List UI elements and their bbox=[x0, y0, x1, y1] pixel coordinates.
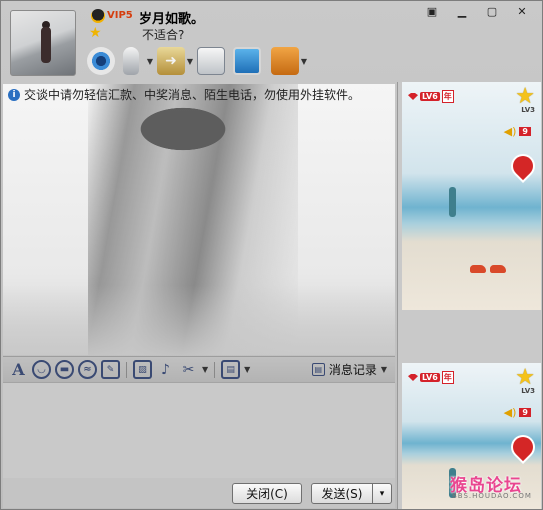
shoes-image bbox=[470, 265, 508, 275]
history-label: 消息记录 bbox=[328, 363, 377, 377]
send-options-button[interactable]: ▾ bbox=[372, 483, 392, 504]
minimize-button[interactable]: ▁ bbox=[448, 4, 476, 19]
minimize-icon: ▁ bbox=[457, 5, 467, 18]
history-icon: ▤ bbox=[311, 363, 325, 376]
star-icon: ★ bbox=[89, 25, 102, 41]
message-history-button[interactable]: ▤ 消息记录 ▼ bbox=[311, 361, 387, 378]
send-button[interactable]: 发送(S) bbox=[311, 483, 373, 504]
close-window-button[interactable]: ✕ bbox=[508, 4, 536, 19]
chevron-down-icon[interactable]: ▼ bbox=[185, 57, 195, 66]
chevron-down-icon[interactable]: ▼ bbox=[145, 57, 155, 66]
microphone-icon bbox=[123, 47, 139, 75]
video-call-button[interactable] bbox=[87, 45, 115, 77]
more-tools-button[interactable]: ▤ bbox=[221, 360, 241, 379]
heart-icon[interactable] bbox=[508, 151, 538, 181]
music-note-icon: ♪ bbox=[161, 361, 170, 378]
toolbox-icon: ▤ bbox=[226, 364, 235, 375]
message-area[interactable] bbox=[3, 84, 395, 355]
folder-send-icon bbox=[157, 47, 185, 75]
qq-penguin-icon bbox=[91, 9, 105, 23]
diamond-icon bbox=[408, 374, 418, 381]
app-box-icon bbox=[271, 47, 299, 75]
list-add-icon bbox=[197, 47, 225, 75]
screenshot-button[interactable]: ✂ bbox=[179, 360, 198, 379]
shake-button[interactable]: ≈ bbox=[78, 360, 97, 379]
contact-signature: 不适合? bbox=[142, 28, 185, 42]
send-image-button[interactable]: ▨ bbox=[133, 360, 152, 379]
notice-text: 交谈中请勿轻信汇款、中奖消息、陌生电话，勿使用外挂软件。 bbox=[24, 88, 361, 102]
send-file-button[interactable]: ▼ bbox=[157, 45, 195, 77]
watermark-url: BBS.HOUDAO.COM bbox=[452, 492, 532, 500]
volume-value: 9 bbox=[519, 127, 531, 136]
message-area-fade bbox=[3, 285, 395, 355]
message-input[interactable] bbox=[3, 383, 395, 478]
avatar-figure bbox=[41, 27, 51, 63]
chat-window: ▣ ▁ ▢ ✕ VIP5 岁月如歌。 ★ 不适合? ▼ ▼ ▼ bbox=[0, 0, 543, 510]
doodle-button[interactable]: ✎ bbox=[101, 360, 120, 379]
vip-badge[interactable]: VIP5 bbox=[107, 10, 133, 21]
star-icon[interactable]: ★ bbox=[515, 367, 535, 389]
chevron-down-icon[interactable]: ▼ bbox=[202, 365, 208, 374]
volume-indicator: ◀) 9 bbox=[504, 406, 531, 419]
star-icon[interactable]: ★ bbox=[515, 86, 535, 108]
chevron-down-icon: ▼ bbox=[380, 365, 387, 374]
level-badge: LV6 年 bbox=[408, 90, 454, 103]
contact-avatar[interactable] bbox=[10, 10, 76, 76]
monitor-icon bbox=[233, 47, 261, 75]
show-panel: LV6 年 ★ LV3 ◀) 9 LV6 年 ★ LV3 ◀) 9 bbox=[397, 82, 542, 509]
voice-call-button[interactable]: ▼ bbox=[117, 45, 155, 77]
menu-icon: ▣ bbox=[426, 5, 438, 18]
smiley-icon: ◡ bbox=[37, 364, 46, 375]
shake-icon: ≈ bbox=[83, 364, 92, 375]
emoji-button[interactable]: ◡ bbox=[32, 360, 51, 379]
info-icon: i bbox=[8, 88, 20, 101]
chevron-down-icon: ▾ bbox=[379, 488, 385, 499]
speaker-icon: ◀) bbox=[503, 125, 517, 138]
menu-button[interactable]: ▣ bbox=[418, 4, 446, 19]
maximize-button[interactable]: ▢ bbox=[478, 4, 506, 19]
close-button[interactable]: 关闭(C) bbox=[232, 483, 302, 504]
star-level-label: LV3 bbox=[521, 106, 535, 114]
diamond-icon bbox=[408, 93, 418, 100]
level-label: LV6 bbox=[420, 373, 440, 382]
magic-emoji-button[interactable]: ▬ bbox=[55, 360, 74, 379]
camera-icon bbox=[87, 47, 115, 75]
speaker-icon: ◀) bbox=[503, 406, 517, 419]
beach-person bbox=[449, 187, 456, 217]
chevron-down-icon[interactable]: ▼ bbox=[244, 365, 250, 374]
chat-toolbar: ▼ ▼ ▼ bbox=[87, 45, 309, 77]
mask-icon: ▬ bbox=[59, 364, 70, 375]
level-label: LV6 bbox=[420, 92, 440, 101]
contact-nickname[interactable]: 岁月如歌。 bbox=[139, 8, 204, 27]
close-icon: ✕ bbox=[517, 5, 527, 18]
image-icon: ▨ bbox=[138, 364, 147, 375]
window-controls: ▣ ▁ ▢ ✕ bbox=[418, 4, 536, 19]
level-badge: LV6 年 bbox=[408, 371, 454, 384]
pencil-icon: ✎ bbox=[106, 364, 115, 375]
security-notice: i 交谈中请勿轻信汇款、中奖消息、陌生电话，勿使用外挂软件。 bbox=[8, 86, 360, 103]
star-level-label: LV3 bbox=[521, 387, 535, 395]
toolbar-separator bbox=[214, 361, 216, 378]
volume-indicator: ◀) 9 bbox=[504, 125, 531, 138]
font-icon: A bbox=[12, 360, 25, 379]
format-toolbar: A ◡ ▬ ≈ ✎ ▨ ♪ ✂ ▼ ▤ ▼ ▤ 消息记录 ▼ bbox=[3, 356, 395, 383]
volume-value: 9 bbox=[519, 408, 531, 417]
year-label: 年 bbox=[441, 90, 454, 103]
chevron-down-icon[interactable]: ▼ bbox=[299, 57, 309, 66]
maximize-icon: ▢ bbox=[486, 5, 498, 18]
app-box-button[interactable]: ▼ bbox=[271, 45, 309, 77]
scissors-icon: ✂ bbox=[182, 361, 195, 378]
heart-icon[interactable] bbox=[508, 432, 538, 462]
remote-assist-button[interactable] bbox=[233, 45, 261, 77]
bottom-bar: 关闭(C) 发送(S) ▾ bbox=[3, 478, 395, 508]
toolbar-separator bbox=[126, 361, 127, 378]
music-button[interactable]: ♪ bbox=[156, 360, 175, 379]
year-label: 年 bbox=[441, 371, 454, 384]
font-button[interactable]: A bbox=[9, 360, 28, 379]
contact-show-image[interactable]: LV6 年 ★ LV3 ◀) 9 bbox=[402, 82, 541, 310]
create-discussion-button[interactable] bbox=[197, 45, 225, 77]
